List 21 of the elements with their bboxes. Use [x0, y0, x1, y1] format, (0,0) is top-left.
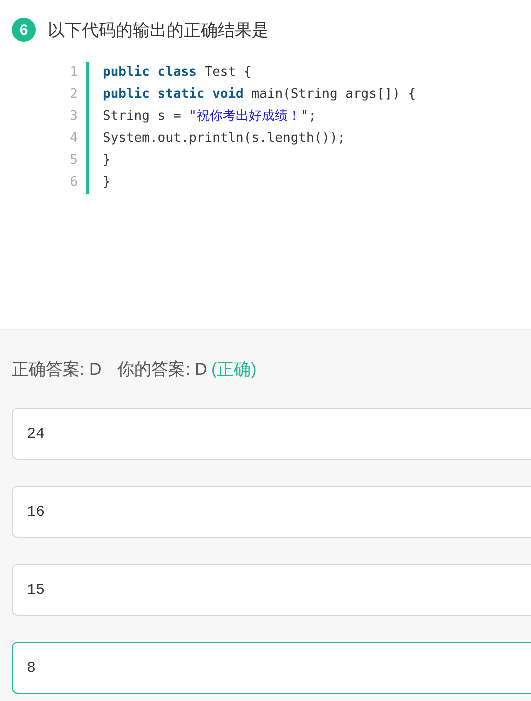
code-line: System.out.println(s.length());	[103, 130, 347, 148]
code-line: public class Test {	[103, 64, 253, 82]
answer-option[interactable]: 16	[12, 486, 531, 538]
line-number: 6	[69, 174, 78, 192]
verdict: (正确)	[211, 359, 257, 381]
answer-option[interactable]: 15	[12, 564, 531, 616]
line-number: 3	[69, 108, 78, 126]
line-number: 4	[69, 130, 78, 148]
line-number: 5	[69, 152, 78, 170]
answer-option[interactable]: 8	[12, 642, 531, 694]
code-line: String s = "祝你考出好成绩！";	[103, 108, 318, 126]
question-text: 以下代码的输出的正确结果是	[48, 20, 269, 42]
correct-answer: 正确答案: D	[12, 359, 102, 381]
code-line: }	[103, 174, 112, 192]
code-line: public static void main(String args[]) {	[103, 86, 416, 104]
code-line: }	[103, 152, 112, 170]
line-number: 2	[69, 86, 78, 104]
line-number: 1	[69, 64, 78, 82]
question-number: 6	[12, 18, 36, 42]
your-answer: 你的答案: D	[118, 359, 208, 381]
answer-option[interactable]: 24	[12, 408, 531, 460]
